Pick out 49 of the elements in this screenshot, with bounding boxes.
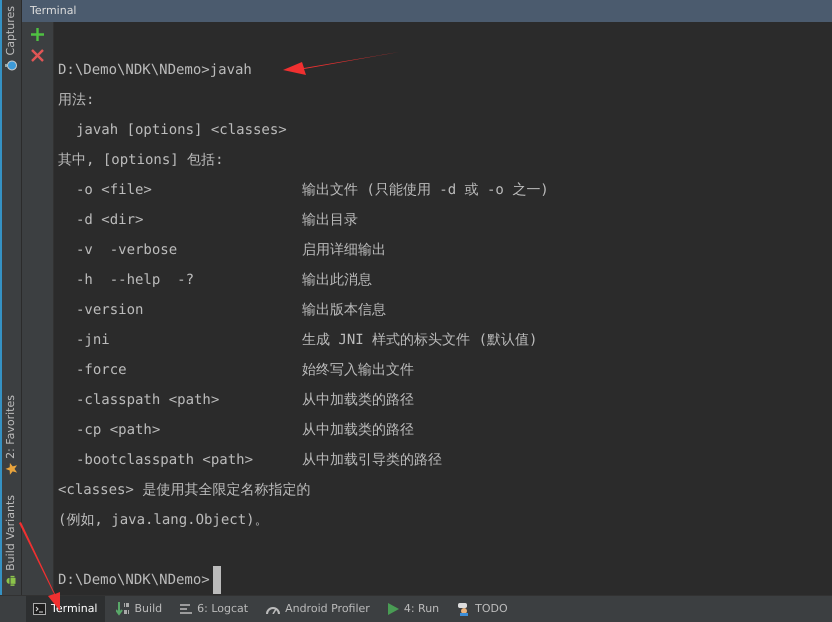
- option-description: 生成 JNI 样式的标头文件 (默认值): [302, 331, 538, 350]
- option-name: -classpath <path>: [75, 391, 220, 410]
- option-description: 从中加载类的路径: [302, 391, 414, 410]
- output-line: 其中, [options] 包括:: [58, 151, 224, 170]
- tool-window-tab[interactable]: Terminal: [26, 596, 104, 622]
- tool-window-tab[interactable]: Build: [108, 596, 170, 622]
- tool-window-tab[interactable]: 4: Run: [380, 596, 446, 622]
- option-name: -jni: [75, 331, 111, 350]
- text-cursor: [212, 566, 221, 594]
- panel-title: Terminal: [22, 0, 832, 22]
- command-prompt: D:\Demo\NDK\NDemo>: [58, 571, 210, 590]
- gauge-icon: [266, 604, 280, 614]
- favorites-tool-button[interactable]: 2: Favorites: [3, 393, 20, 478]
- option-description: 输出此消息: [302, 271, 372, 290]
- tool-window-tab[interactable]: 6: Logcat: [173, 596, 256, 622]
- option-name: -d <dir>: [75, 211, 144, 230]
- output-line: <classes> 是使用其全限定名称指定的: [58, 481, 310, 500]
- stopwatch-icon: [6, 60, 18, 71]
- android-icon: [6, 575, 18, 587]
- option-name: -version: [75, 301, 144, 320]
- option-description: 输出版本信息: [302, 301, 386, 320]
- tool-window-tab[interactable]: TODO: [450, 596, 515, 622]
- output-line: javah [options] <classes>: [75, 121, 287, 140]
- option-name: -cp <path>: [75, 421, 162, 440]
- option-name: -force: [75, 361, 128, 380]
- todo-icon: [457, 602, 470, 616]
- output-line: 用法:: [58, 91, 94, 110]
- variants-tool-button[interactable]: Build Variants: [3, 493, 20, 589]
- lines-icon: [180, 604, 192, 614]
- add-button[interactable]: [31, 28, 44, 41]
- option-name: -v -verbose: [75, 241, 178, 260]
- download-arrow-icon: [116, 602, 130, 616]
- command-prompt: D:\Demo\NDK\NDemo>javah: [58, 61, 252, 80]
- option-description: 从中加载类的路径: [302, 421, 414, 440]
- star-icon: [6, 463, 18, 476]
- play-icon: [388, 603, 399, 615]
- option-name: -bootclasspath <path>: [75, 451, 254, 470]
- terminal-icon: [33, 603, 46, 615]
- option-name: -h --help -?: [75, 271, 196, 290]
- captures-tool-button[interactable]: Captures: [3, 4, 20, 74]
- output-line: (例如, java.lang.Object)。: [58, 511, 269, 530]
- option-description: 始终写入输出文件: [302, 361, 414, 380]
- option-description: 输出文件 (只能使用 -d 或 -o 之一): [302, 181, 549, 200]
- close-button[interactable]: [31, 49, 44, 62]
- option-name: -o <file>: [75, 181, 153, 200]
- tool-window-tab[interactable]: Android Profiler: [259, 596, 377, 622]
- option-description: 启用详细输出: [302, 241, 386, 260]
- option-description: 输出目录: [302, 211, 358, 230]
- option-description: 从中加载引导类的路径: [302, 451, 442, 470]
